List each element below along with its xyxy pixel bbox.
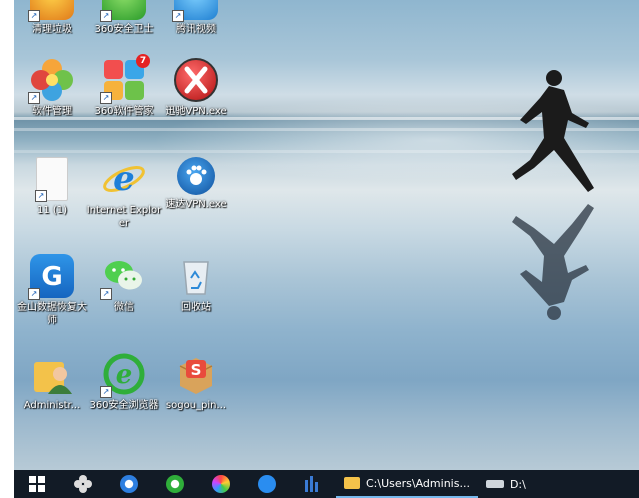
drive-icon [485, 480, 504, 488]
kingsoft-recovery-icon: G ↗ [28, 254, 74, 300]
360-browser-taskbar-icon [166, 475, 184, 493]
taskbar-app-task-view[interactable] [60, 470, 106, 498]
taskbar-app-360-browser[interactable] [152, 470, 198, 498]
bars-taskbar-icon [305, 476, 318, 492]
paw-gear-icon [177, 157, 215, 195]
notification-badge: 7 [136, 54, 150, 68]
flower-taskbar-icon [74, 475, 92, 493]
shortcut-arrow-icon: ↗ [100, 386, 112, 398]
desktop-icon-xunchi-vpn[interactable]: 迅驰VPN.exe [158, 58, 234, 118]
desktop-icon-label: 360安全浏览器 [89, 400, 159, 411]
svg-text:e: e [116, 360, 133, 390]
windows-logo-icon [29, 476, 45, 492]
taskbar-app-sogou[interactable] [244, 470, 290, 498]
desktop-icon-cleanup[interactable]: ↗ 清理垃圾 [14, 0, 90, 36]
taskbar-window-title: C:\Users\Adminis... [366, 476, 470, 490]
desktop-icon-label: 回收站 [181, 302, 211, 313]
blank-file-icon: ↗ [35, 157, 68, 202]
shortcut-arrow-icon: ↗ [28, 288, 40, 300]
desktop-icon-label: Internet Explorer [86, 205, 162, 229]
desktop-icon-label: 11 (1) [36, 205, 68, 216]
shortcut-arrow-icon: ↗ [100, 288, 112, 300]
taskbar-app-browser[interactable] [106, 470, 152, 498]
shortcut-arrow-icon: ↗ [28, 92, 40, 104]
taskbar-app-monitor[interactable] [290, 470, 336, 498]
desktop-icon-label: 清理垃圾 [32, 24, 72, 35]
desktop-icon-label: 腾讯视频 [176, 24, 216, 35]
desktop-icon-label: sogou_pin... [165, 400, 227, 411]
user-folder-icon [30, 352, 74, 396]
desktop-icon-wechat[interactable]: ↗ 微信 [86, 254, 162, 314]
desktop-icon-label: 360软件管家 [94, 106, 154, 117]
s-taskbar-icon [258, 475, 276, 493]
puzzle-icon: 7 ↗ [100, 54, 150, 104]
desktop-icon-label: 软件管理 [32, 106, 72, 117]
shortcut-arrow-icon: ↗ [100, 10, 112, 22]
runner-silhouette [512, 70, 594, 320]
shortcut-arrow-icon: ↗ [35, 190, 47, 202]
desktop-icon-internet-explorer[interactable]: e Internet Explorer [86, 157, 162, 230]
x-icon [174, 58, 218, 102]
desktop-icon-software-manager[interactable]: ↗ 软件管理 [14, 58, 90, 118]
taskbar-window-title: D:\ [509, 477, 526, 491]
desktop-icon-file-11[interactable]: ↗ 11 (1) [14, 157, 90, 217]
internet-explorer-icon: e [102, 157, 146, 201]
desktop-icon-tencent-video[interactable]: ↗ 腾讯视频 [158, 0, 234, 36]
desktop-icon-kingsoft-recovery[interactable]: G ↗ 金山数据恢复大师 [14, 254, 90, 327]
shortcut-arrow-icon: ↗ [100, 92, 112, 104]
taskbar-app-colorful[interactable] [198, 470, 244, 498]
desktop-icon-suda-vpn[interactable]: 速达VPN.exe [158, 157, 234, 211]
flower-icon: ↗ [28, 58, 74, 104]
taskbar-window-d-drive[interactable]: D:\ [478, 470, 534, 498]
wechat-icon: ↗ [100, 254, 146, 300]
folder-icon [344, 477, 360, 489]
svg-text:e: e [113, 159, 135, 199]
desktop-icon-360-security[interactable]: ↗ 360安全卫士 [86, 0, 162, 36]
360-security-icon: ↗ [100, 0, 146, 22]
360-browser-icon: e ↗ [100, 352, 146, 398]
sogou-package-icon: S [174, 352, 218, 396]
desktop-icon-label: Administr... [23, 400, 81, 411]
shortcut-arrow-icon: ↗ [172, 10, 184, 22]
shortcut-arrow-icon: ↗ [28, 10, 40, 22]
browser-taskbar-icon [120, 475, 138, 493]
tencent-video-icon: ↗ [172, 0, 218, 22]
start-button[interactable] [14, 470, 60, 498]
desktop[interactable]: ↗ 清理垃圾 ↗ 360安全卫士 ↗ 腾讯视频 ↗ 软件管理 7 ↗ 360软件… [14, 0, 639, 470]
desktop-icon-label: 速达VPN.exe [165, 199, 227, 210]
colorful-ball-icon [212, 475, 230, 493]
taskbar: C:\Users\Adminis... D:\ [14, 470, 639, 498]
desktop-icon-label: 金山数据恢复大师 [17, 302, 87, 326]
desktop-icon-label: 微信 [114, 302, 134, 313]
desktop-icon-360-browser[interactable]: e ↗ 360安全浏览器 [86, 352, 162, 412]
cleanup-icon: ↗ [28, 0, 74, 22]
recycle-bin-icon [174, 254, 218, 298]
svg-text:G: G [41, 262, 62, 292]
taskbar-window-users-folder[interactable]: C:\Users\Adminis... [336, 470, 478, 498]
desktop-icon-sogou-pinyin[interactable]: S sogou_pin... [158, 352, 234, 412]
desktop-icon-label: 迅驰VPN.exe [165, 106, 227, 117]
desktop-icon-administrator[interactable]: Administr... [14, 352, 90, 412]
svg-text:S: S [191, 361, 202, 379]
desktop-icon-recycle-bin[interactable]: 回收站 [158, 254, 234, 314]
desktop-icon-label: 360安全卫士 [94, 24, 154, 35]
desktop-icon-360-software-manager[interactable]: 7 ↗ 360软件管家 [86, 54, 162, 118]
